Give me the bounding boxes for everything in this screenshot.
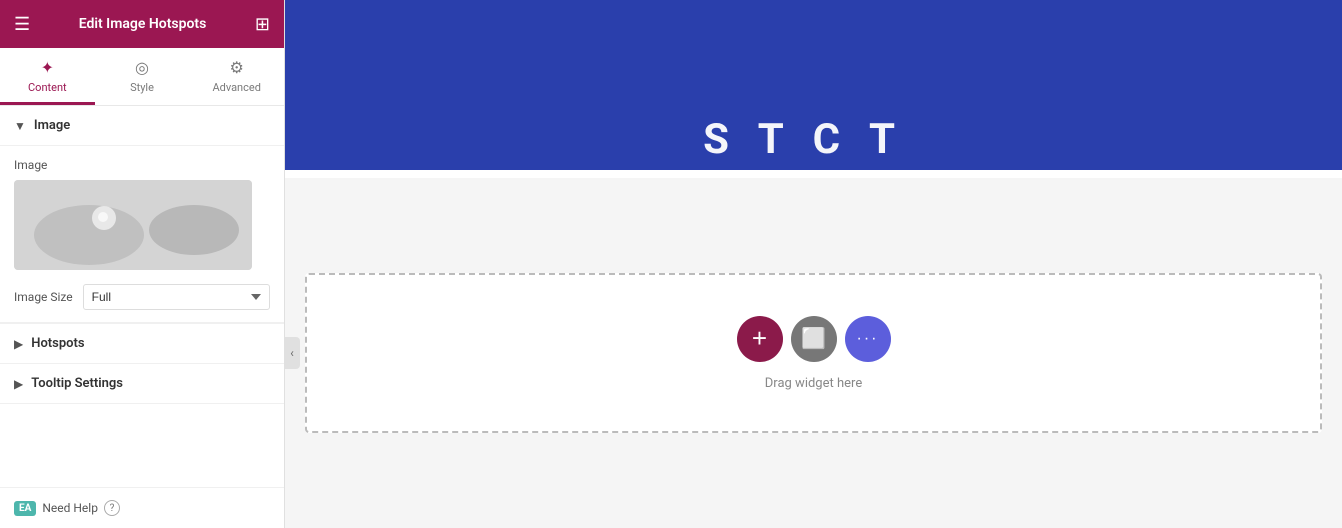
- tab-content[interactable]: ✦ Content: [0, 48, 95, 105]
- collapse-chevron-left-icon: ‹: [290, 346, 294, 360]
- hotspots-section-header[interactable]: ▶ Hotspots: [0, 323, 284, 364]
- panel-body: ▼ Image Image Image Size Full Large: [0, 106, 284, 487]
- canvas-area: S T C T ‹ + ⬜ ··· Drag widget here: [285, 0, 1342, 528]
- panel-title: Edit Image Hotspots: [79, 16, 207, 32]
- image-size-label: Image Size: [14, 290, 73, 304]
- widget-buttons: + ⬜ ···: [737, 316, 891, 362]
- image-section-body: Image Image Size Full Large Medium Thumb…: [0, 146, 284, 323]
- hamburger-icon: ☰: [14, 14, 30, 35]
- tab-style[interactable]: ◎ Style: [95, 48, 190, 105]
- need-help-text[interactable]: Need Help: [42, 501, 98, 515]
- image-section-label: Image: [34, 118, 70, 133]
- image-placeholder-svg: [14, 180, 252, 270]
- blue-text-overlay: S T C T: [285, 115, 1342, 170]
- tooltip-section-label: Tooltip Settings: [31, 376, 123, 391]
- collapse-panel-button[interactable]: ‹: [285, 337, 300, 369]
- plus-icon: +: [752, 323, 767, 354]
- folder-widget-button[interactable]: ⬜: [791, 316, 837, 362]
- left-panel: ☰ Edit Image Hotspots ⊞ ✦ Content ◎ Styl…: [0, 0, 285, 528]
- tooltip-section-header[interactable]: ▶ Tooltip Settings: [0, 364, 284, 404]
- tooltip-chevron-right-icon: ▶: [14, 377, 23, 391]
- help-icon[interactable]: ?: [104, 500, 120, 516]
- hamburger-button[interactable]: ☰: [14, 14, 30, 35]
- image-preview[interactable]: [14, 180, 252, 270]
- image-field-label: Image: [14, 158, 270, 172]
- hotspots-section-label: Hotspots: [31, 336, 84, 351]
- folder-icon: ⬜: [801, 326, 826, 351]
- drag-widget-text: Drag widget here: [765, 376, 862, 391]
- hotspots-chevron-right-icon: ▶: [14, 337, 23, 351]
- canvas-mid-area: ‹ + ⬜ ··· Drag widget here: [285, 178, 1342, 528]
- add-widget-button[interactable]: +: [737, 316, 783, 362]
- image-size-select[interactable]: Full Large Medium Thumbnail: [83, 284, 270, 310]
- style-tab-label: Style: [130, 81, 154, 94]
- advanced-tab-label: Advanced: [212, 81, 260, 94]
- style-tab-icon: ◎: [135, 58, 149, 77]
- more-dots-icon: ···: [857, 330, 879, 348]
- ea-badge: EA: [14, 501, 36, 516]
- more-widget-button[interactable]: ···: [845, 316, 891, 362]
- advanced-tab-icon: ⚙: [230, 58, 244, 77]
- panel-footer: EA Need Help ?: [0, 487, 284, 528]
- canvas-blue-header: S T C T: [285, 0, 1342, 170]
- grid-button[interactable]: ⊞: [255, 14, 270, 35]
- drag-widget-area[interactable]: + ⬜ ··· Drag widget here: [305, 273, 1322, 433]
- canvas-white-stripe: [285, 170, 1342, 178]
- panel-header: ☰ Edit Image Hotspots ⊞: [0, 0, 284, 48]
- image-section-header[interactable]: ▼ Image: [0, 106, 284, 146]
- content-tab-label: Content: [28, 81, 67, 94]
- grid-icon: ⊞: [255, 14, 270, 35]
- panel-tabs: ✦ Content ◎ Style ⚙ Advanced: [0, 48, 284, 106]
- image-size-row: Image Size Full Large Medium Thumbnail: [14, 284, 270, 310]
- blue-partial-text: S T C T: [703, 115, 924, 168]
- tab-advanced[interactable]: ⚙ Advanced: [189, 48, 284, 105]
- content-tab-icon: ✦: [41, 58, 54, 77]
- image-chevron-down-icon: ▼: [14, 119, 26, 133]
